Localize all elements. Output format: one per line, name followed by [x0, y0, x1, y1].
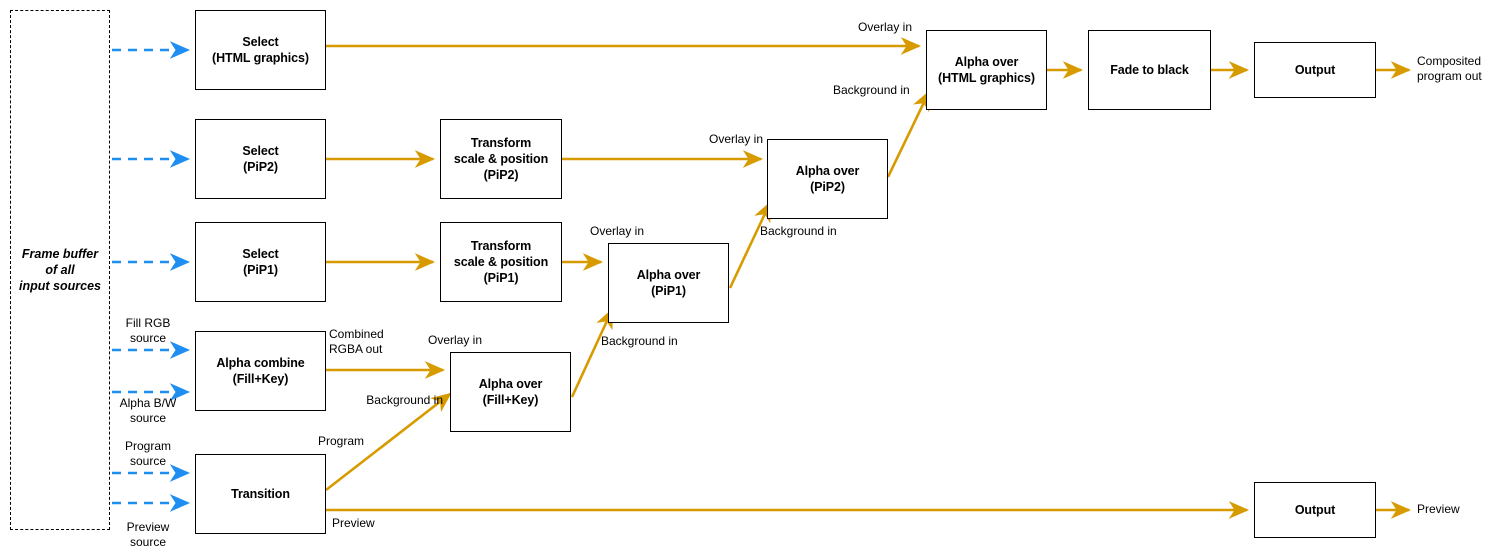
node-label: Output: [1294, 503, 1336, 517]
node-select-pip1[interactable]: Select (PiP1): [195, 222, 326, 302]
node-label: Alpha over (PiP2): [795, 164, 860, 194]
frame-buffer-label: Frame buffer of all input sources: [19, 246, 101, 294]
source-label-alpha-bw: Alpha B/W source: [119, 396, 177, 425]
node-alpha-over-fill-key[interactable]: Alpha over (Fill+Key): [450, 352, 571, 432]
node-select-html-graphics[interactable]: Select (HTML graphics): [195, 10, 326, 90]
edge-label-background-in-pip2: Background in: [760, 224, 837, 238]
edge-label-background-in-fill-key: Background in: [366, 393, 443, 407]
edge-label-program: Program: [318, 434, 365, 448]
node-label: Alpha combine (Fill+Key): [216, 356, 305, 386]
node-alpha-over-pip1[interactable]: Alpha over (PiP1): [608, 243, 729, 323]
node-label: Transform scale & position (PiP1): [453, 239, 549, 285]
edge-label-overlay-in-fill-key: Overlay in: [428, 333, 483, 347]
node-transform-pip2[interactable]: Transform scale & position (PiP2): [440, 119, 562, 199]
wire-alpha-pip2-to-alpha-html: [886, 90, 931, 178]
edge-label-overlay-in-pip1: Overlay in: [590, 224, 645, 238]
node-alpha-over-pip2[interactable]: Alpha over (PiP2): [767, 139, 888, 219]
node-label: Select (PiP1): [242, 247, 279, 277]
frame-buffer-container: Frame buffer of all input sources: [10, 10, 110, 530]
node-alpha-over-html-graphics[interactable]: Alpha over (HTML graphics): [926, 30, 1047, 110]
node-transition[interactable]: Transition: [195, 454, 326, 534]
source-label-program: Program source: [124, 439, 171, 468]
diagram-canvas: Frame buffer of all input sources Select…: [0, 0, 1512, 560]
node-label: Select (PiP2): [242, 144, 279, 174]
edge-label-background-in-html: Background in: [833, 83, 910, 97]
node-label: Fade to black: [1110, 63, 1189, 77]
node-output-preview[interactable]: Output: [1254, 482, 1376, 538]
source-label-preview: Preview source: [126, 520, 170, 549]
wire-alpha-pip1-to-alpha-pip2: [728, 201, 772, 289]
node-fade-to-black[interactable]: Fade to black: [1088, 30, 1211, 110]
node-label: Transform scale & position (PiP2): [453, 136, 549, 182]
node-transform-pip1[interactable]: Transform scale & position (PiP1): [440, 222, 562, 302]
edge-label-overlay-in-pip2: Overlay in: [709, 132, 764, 146]
node-label: Output: [1294, 63, 1336, 77]
node-label: Alpha over (Fill+Key): [478, 377, 543, 407]
node-output-program[interactable]: Output: [1254, 42, 1376, 98]
edge-label-preview: Preview: [332, 516, 375, 530]
node-label: Select (HTML graphics): [212, 35, 309, 65]
edge-label-background-in-pip1: Background in: [601, 334, 678, 348]
node-label: Alpha over (PiP1): [636, 268, 701, 298]
node-select-pip2[interactable]: Select (PiP2): [195, 119, 326, 199]
edge-label-overlay-in-html: Overlay in: [858, 20, 913, 34]
node-alpha-combine-fill-key[interactable]: Alpha combine (Fill+Key): [195, 331, 326, 411]
output-label-composited-program-out: Composited program out: [1417, 54, 1482, 83]
output-label-preview: Preview: [1417, 502, 1460, 516]
node-label: Alpha over (HTML graphics): [938, 55, 1035, 85]
node-label: Transition: [231, 487, 290, 501]
wire-alpha-fk-to-alpha-pip1: [570, 308, 614, 398]
source-label-fill-rgb: Fill RGB source: [125, 316, 171, 345]
edge-label-combined-rgba-out: Combined RGBA out: [329, 327, 384, 356]
